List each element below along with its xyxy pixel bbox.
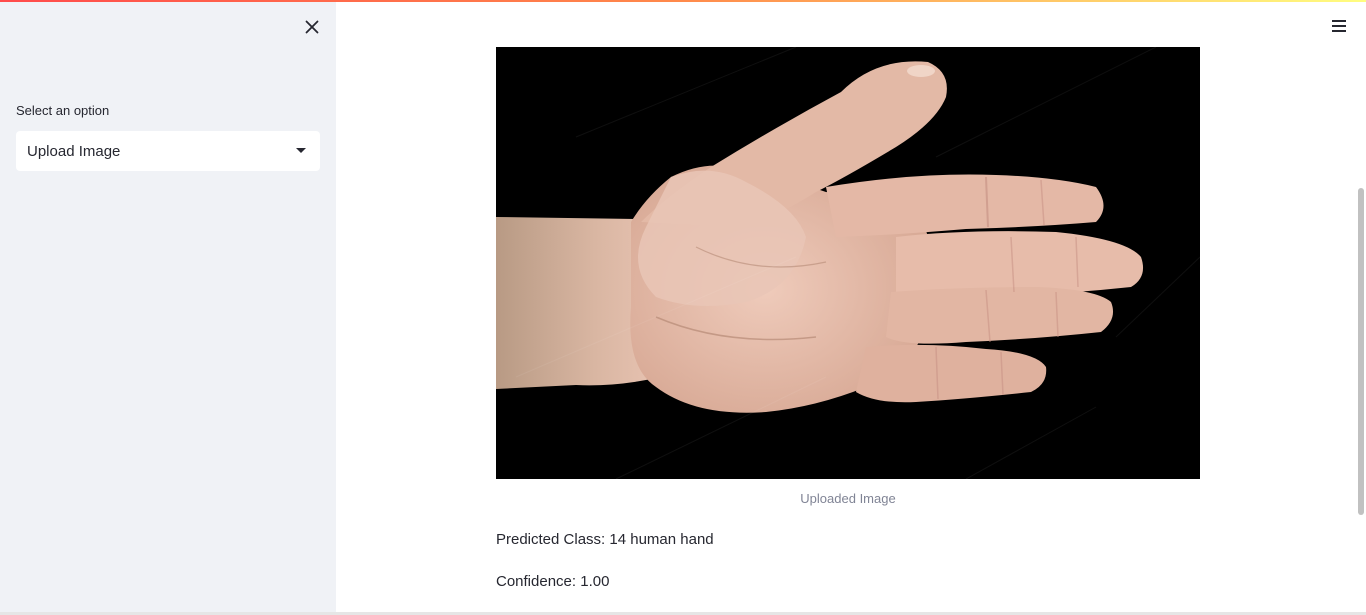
hamburger-menu-icon (1332, 20, 1346, 22)
predicted-class-text: Predicted Class: 14 human hand (496, 531, 714, 548)
select-label: Select an option (16, 103, 110, 118)
uploaded-image (496, 47, 1200, 479)
close-sidebar-button[interactable] (300, 15, 324, 39)
vertical-scrollbar[interactable] (1358, 188, 1364, 515)
chevron-down-icon (296, 148, 306, 153)
close-icon (305, 20, 319, 34)
hand-image (496, 47, 1200, 479)
select-value: Upload Image (27, 143, 121, 160)
confidence-text: Confidence: 1.00 (496, 573, 610, 590)
option-select[interactable]: Upload Image (16, 131, 320, 171)
main-content: Uploaded Image Predicted Class: 14 human… (336, 0, 1366, 615)
image-caption: Uploaded Image (800, 491, 896, 506)
main-menu-button[interactable] (1330, 16, 1350, 36)
top-decoration-bar (0, 0, 1366, 2)
sidebar: Select an option Upload Image (0, 0, 336, 615)
